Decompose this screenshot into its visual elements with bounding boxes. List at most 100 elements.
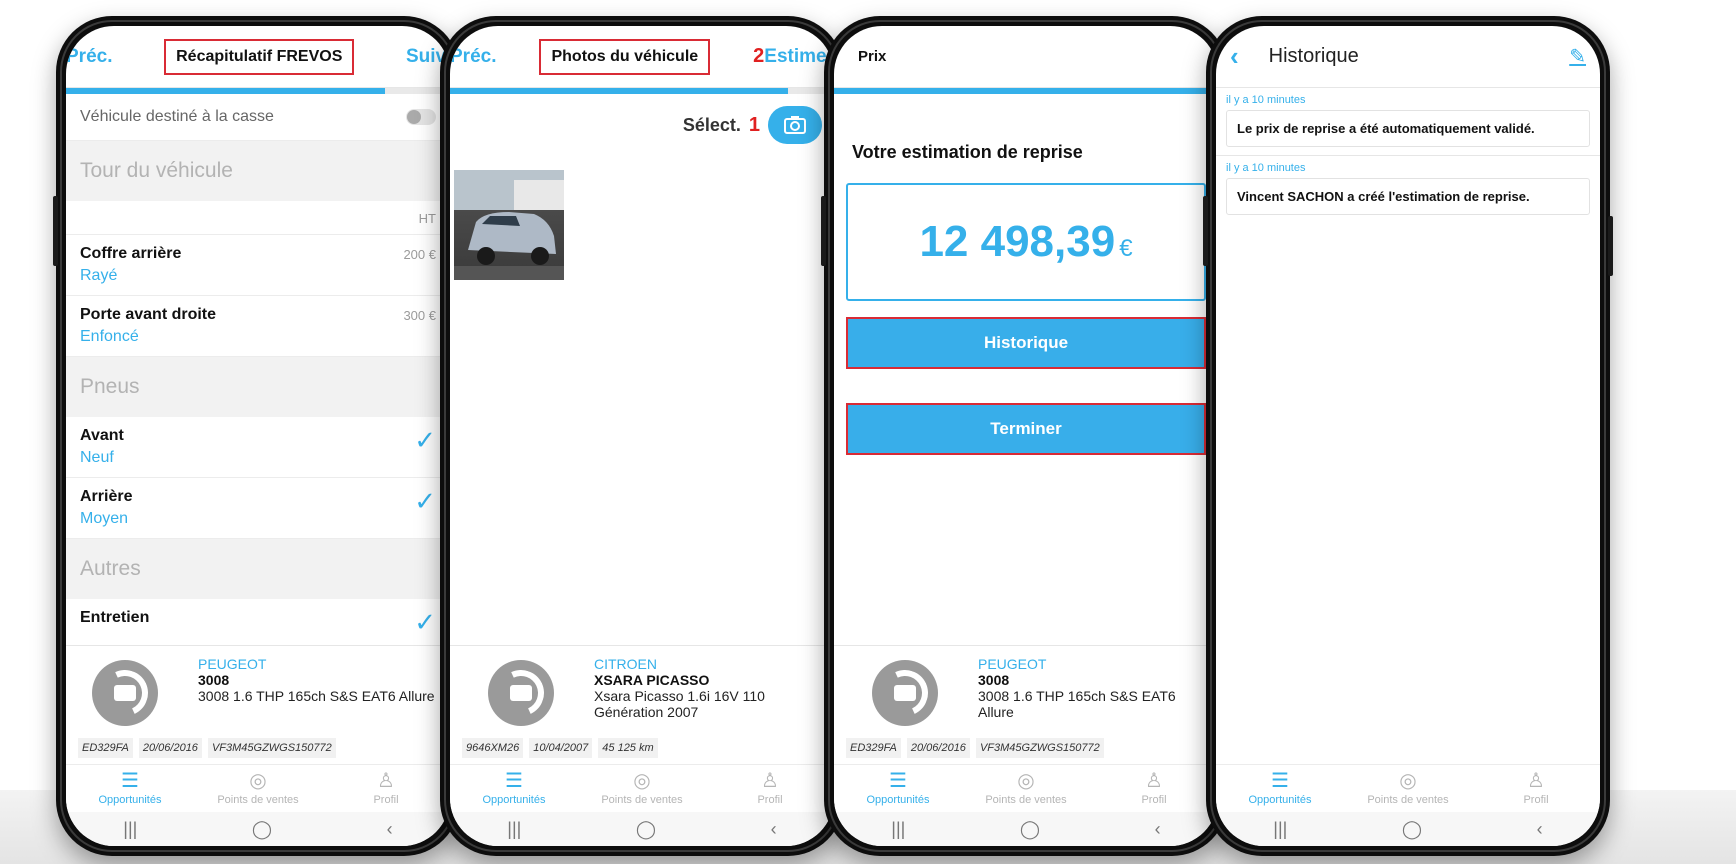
- back-button[interactable]: ‹: [771, 819, 777, 840]
- home-button[interactable]: ◯: [1020, 819, 1040, 840]
- scrap-toggle[interactable]: [406, 109, 436, 125]
- location-pin-icon: ◎: [249, 770, 267, 792]
- vehicle-brand: CITROEN: [594, 656, 657, 672]
- list-icon: ☰: [121, 770, 139, 792]
- estimate-heading: Votre estimation de reprise: [852, 142, 1083, 162]
- prev-button[interactable]: Préc.: [450, 46, 496, 68]
- phone-recap: Préc. Récapitulatif FREVOS Suiv. Véhicul…: [53, 16, 463, 856]
- vehicle-plate: ED329FA: [846, 738, 901, 758]
- history-time: il y a 10 minutes: [1226, 94, 1306, 106]
- user-icon: ♙: [1527, 770, 1545, 792]
- recent-apps-button[interactable]: |||: [1273, 819, 1287, 840]
- header: ‹ Historique ✎: [1216, 26, 1600, 88]
- tab-points[interactable]: ◎ Points de ventes: [1345, 771, 1472, 806]
- volume-button: [53, 196, 58, 266]
- back-button[interactable]: ‹: [1537, 819, 1543, 840]
- check-icon: ✓: [414, 425, 436, 455]
- system-nav: ||| ◯ ‹: [66, 812, 450, 846]
- back-button[interactable]: ‹: [387, 819, 393, 840]
- list-item[interactable]: Arrière Moyen ✓: [66, 478, 450, 539]
- check-icon: ✓: [414, 486, 436, 516]
- list-item[interactable]: Coffre arrière Rayé 200 €: [66, 235, 450, 296]
- history-button[interactable]: Historique: [846, 317, 1206, 369]
- home-button[interactable]: ◯: [1402, 819, 1422, 840]
- vehicle-brand: PEUGEOT: [198, 656, 267, 672]
- recent-apps-button[interactable]: |||: [123, 819, 137, 840]
- tab-profil[interactable]: ♙ Profil: [707, 771, 834, 806]
- prev-button[interactable]: Préc.: [66, 46, 112, 68]
- tab-points[interactable]: ◎ Points de ventes: [195, 771, 322, 806]
- item-price: 300 €: [403, 308, 436, 323]
- vehicle-km: 45 125 km: [598, 738, 658, 758]
- location-pin-icon: ◎: [1017, 770, 1035, 792]
- page-title: Récapitulatif FREVOS: [164, 38, 355, 75]
- tab-opportunites[interactable]: ☰ Opportunités: [1217, 771, 1344, 806]
- tab-label: Opportunités: [866, 794, 930, 806]
- tab-label: Points de ventes: [1367, 794, 1449, 806]
- recap-list[interactable]: Véhicule destiné à la casse Tour du véhi…: [66, 94, 450, 645]
- tab-label: Profil: [373, 794, 399, 806]
- tab-profil[interactable]: ♙ Profil: [1091, 771, 1218, 806]
- vehicle-photo[interactable]: [454, 170, 564, 280]
- vehicle-desc: 3008 1.6 THP 165ch S&S EAT6 Allure: [978, 688, 1176, 721]
- vehicle-date: 20/06/2016: [906, 738, 970, 758]
- list-item[interactable]: Porte avant droite Enfoncé 300 €: [66, 296, 450, 357]
- screen-price: Prix Votre estimation de reprise 12 498,…: [834, 26, 1218, 846]
- bottom-tabs: ☰ Opportunités ◎ Points de ventes ♙ Profil: [66, 764, 450, 812]
- car-thumbnail: [454, 170, 564, 280]
- vehicle-brand: PEUGEOT: [978, 656, 1047, 672]
- item-price: 200 €: [403, 247, 436, 262]
- item-title: Entretien: [80, 609, 150, 626]
- list-icon: ☰: [505, 770, 523, 792]
- photos-area: Sélect. 1: [450, 94, 834, 645]
- recent-apps-button[interactable]: |||: [507, 819, 521, 840]
- section-autres: Autres: [66, 539, 450, 599]
- tab-opportunites[interactable]: ☰ Opportunités: [451, 771, 578, 806]
- back-button[interactable]: ‹: [1155, 819, 1161, 840]
- header: Prix: [834, 26, 1218, 88]
- list-item[interactable]: Entretien ✓: [66, 599, 450, 645]
- tab-points[interactable]: ◎ Points de ventes: [579, 771, 706, 806]
- item-title: Porte avant droite: [80, 306, 217, 323]
- list-item[interactable]: Avant Neuf ✓: [66, 417, 450, 478]
- tab-profil[interactable]: ♙ Profil: [1473, 771, 1600, 806]
- tab-label: Points de ventes: [985, 794, 1067, 806]
- camera-button[interactable]: [768, 106, 822, 144]
- vehicle-desc: Xsara Picasso 1.6i 16V 110 Génération 20…: [594, 688, 765, 721]
- vehicle-vin: VF3M45GZWGS150772: [207, 738, 336, 758]
- finish-button[interactable]: Terminer: [846, 403, 1206, 455]
- item-title: Avant: [80, 427, 124, 444]
- tab-profil[interactable]: ♙ Profil: [323, 771, 450, 806]
- tab-points[interactable]: ◎ Points de ventes: [963, 771, 1090, 806]
- vehicle-vin: VF3M45GZWGS150772: [975, 738, 1104, 758]
- phone-history: ‹ Historique ✎ il y a 10 minutes Le prix…: [1203, 16, 1613, 856]
- volume-button: [1203, 196, 1208, 266]
- list-icon: ☰: [1271, 770, 1289, 792]
- recent-apps-button[interactable]: |||: [891, 819, 905, 840]
- tab-opportunites[interactable]: ☰ Opportunités: [67, 771, 194, 806]
- system-nav: ||| ◯ ‹: [450, 812, 834, 846]
- user-icon: ♙: [1145, 770, 1163, 792]
- no-photo-icon: [488, 660, 554, 726]
- phone-photos: Préc. Photos du véhicule 2Estimer Sélect…: [440, 16, 847, 856]
- back-chevron-icon[interactable]: ‹: [1230, 41, 1239, 72]
- bottom-tabs: ☰ Opportunités ◎ Points de ventes ♙ Profil: [834, 764, 1218, 812]
- ht-row: HT: [66, 201, 450, 235]
- vehicle-date: 10/04/2007: [529, 738, 593, 758]
- toggle-row[interactable]: Véhicule destiné à la casse: [66, 94, 450, 141]
- item-title: Arrière: [80, 488, 133, 505]
- home-button[interactable]: ◯: [636, 819, 656, 840]
- section-tour: Tour du véhicule: [66, 141, 450, 201]
- edit-pencil-icon[interactable]: ✎: [1569, 44, 1586, 69]
- check-icon: ✓: [414, 607, 436, 637]
- vehicle-card: PEUGEOT 3008 3008 1.6 THP 165ch S&S EAT6…: [66, 645, 450, 764]
- vehicle-card: CITROEN XSARA PICASSO Xsara Picasso 1.6i…: [450, 645, 834, 764]
- home-button[interactable]: ◯: [252, 819, 272, 840]
- history-entry: Le prix de reprise a été automatiquement…: [1226, 110, 1590, 147]
- system-nav: ||| ◯ ‹: [834, 812, 1218, 846]
- header: Préc. Récapitulatif FREVOS Suiv.: [66, 26, 450, 88]
- bottom-tabs: ☰ Opportunités ◎ Points de ventes ♙ Profil: [450, 764, 834, 812]
- tab-opportunites[interactable]: ☰ Opportunités: [835, 771, 962, 806]
- section-pneus: Pneus: [66, 357, 450, 417]
- volume-button: [821, 196, 826, 266]
